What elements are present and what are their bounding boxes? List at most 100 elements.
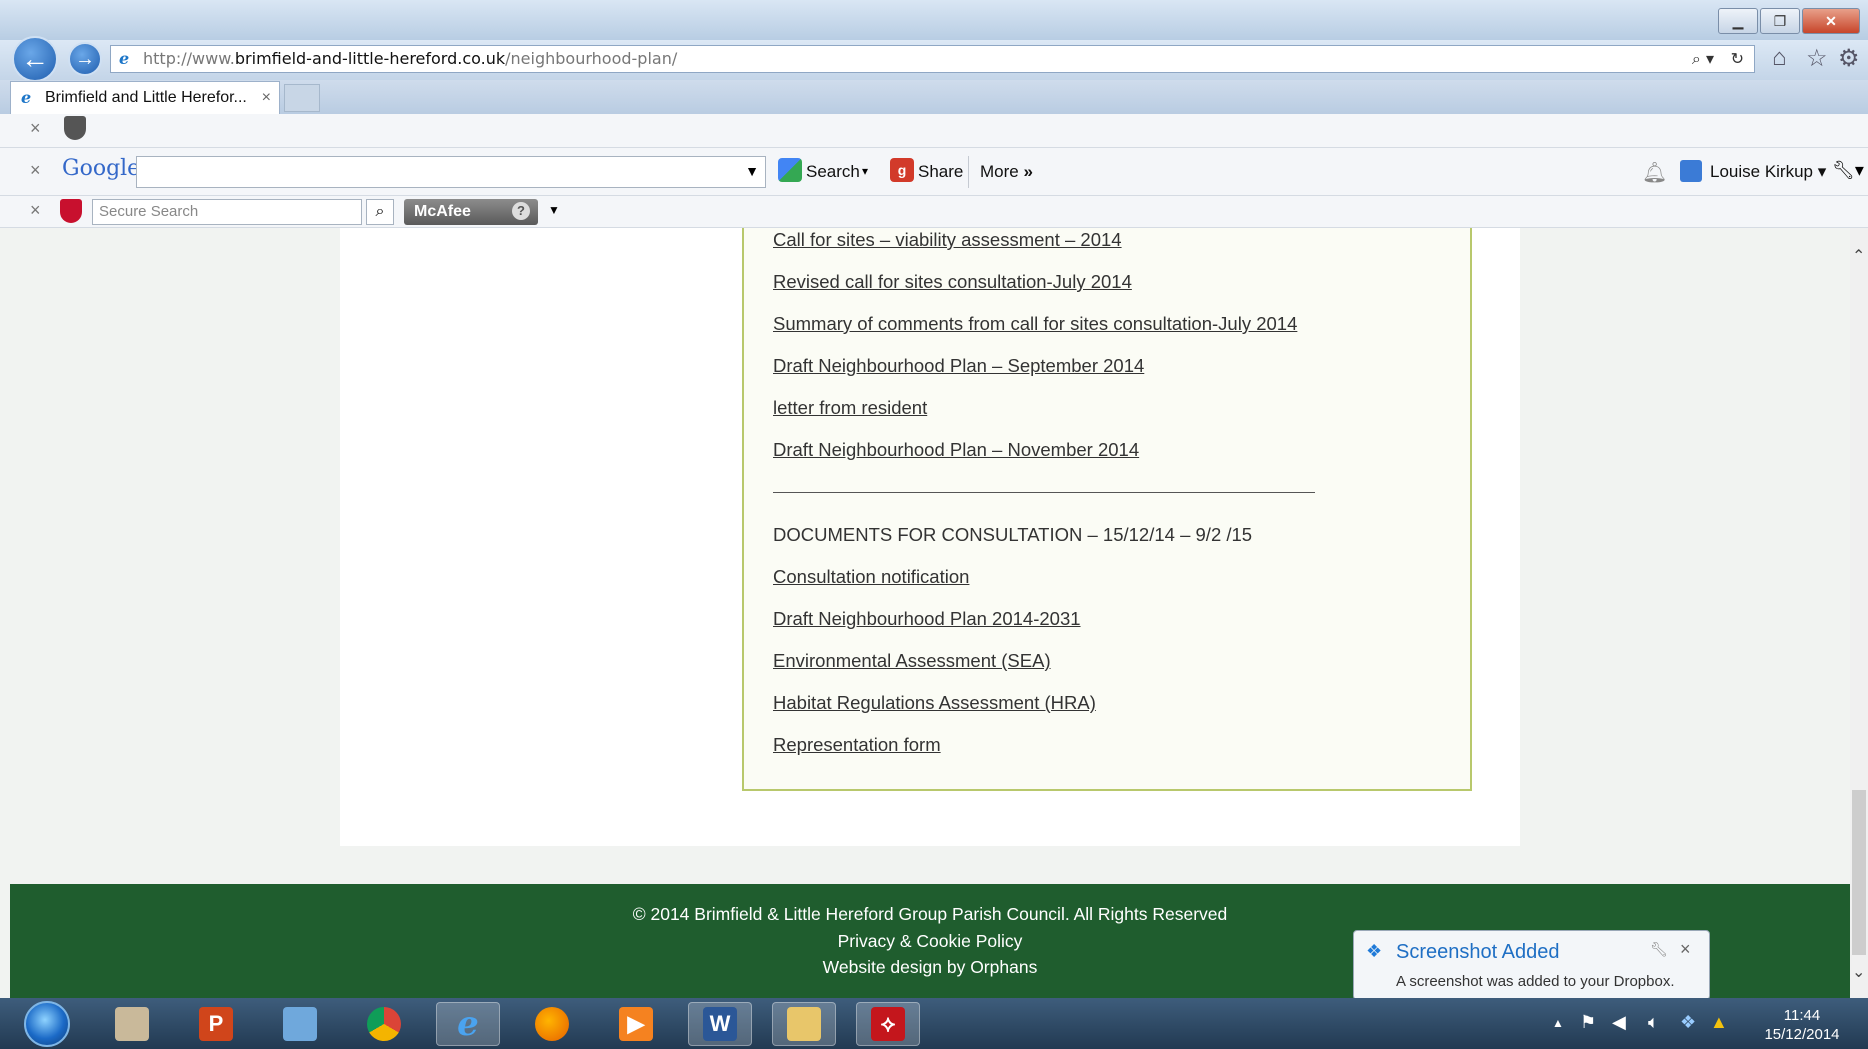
mcafee-shield-icon: [60, 199, 82, 223]
notification-close-icon[interactable]: ×: [1680, 939, 1691, 960]
close-window-button[interactable]: ✕: [1802, 8, 1860, 34]
taskbar-chrome[interactable]: [352, 1002, 416, 1046]
start-button[interactable]: [24, 1001, 70, 1047]
back-arrow-icon: ←: [21, 43, 49, 74]
taskbar-powerpoint[interactable]: P: [184, 1002, 248, 1046]
window-title-bar: [0, 0, 1868, 40]
wrench-icon[interactable]: 🔧︎▾: [1832, 160, 1864, 181]
folder-icon: [787, 1007, 821, 1041]
secure-search-placeholder: Secure Search: [99, 203, 199, 220]
google-logo: Google: [62, 156, 141, 181]
dropbox-icon: ❖: [1366, 941, 1383, 961]
chrome-icon: [367, 1007, 401, 1041]
taskbar-media-player[interactable]: ▶: [604, 1002, 668, 1046]
tab-ie-icon: e: [21, 88, 32, 107]
mcafee-dropdown-icon[interactable]: ▼: [548, 203, 560, 217]
more-label: More: [980, 162, 1019, 181]
url-prefix: http://www.: [143, 49, 235, 68]
link-environmental-assessment[interactable]: Environmental Assessment (SEA): [773, 650, 1051, 672]
taskbar-file-explorer[interactable]: [772, 1002, 836, 1046]
window-controls: ▁ ❐ ✕: [1718, 8, 1860, 34]
dropbox-notification[interactable]: ❖ Screenshot Added 🔧︎ × A screenshot was…: [1353, 930, 1710, 1000]
taskbar-people[interactable]: [268, 1002, 332, 1046]
shield-icon[interactable]: [64, 116, 86, 140]
scroll-up-icon[interactable]: ⌃: [1852, 246, 1865, 266]
link-letter-from-resident[interactable]: letter from resident: [773, 397, 927, 419]
scrollbar-thumb[interactable]: [1852, 790, 1866, 955]
firefox-icon: [535, 1007, 569, 1041]
user-name-button[interactable]: Louise Kirkup ▾: [1710, 162, 1826, 182]
toolbar-divider: [968, 156, 969, 188]
mcafee-button[interactable]: McAfee ?: [404, 199, 538, 225]
google-share-icon: g: [890, 158, 914, 182]
link-draft-plan-november[interactable]: Draft Neighbourhood Plan – November 2014: [773, 439, 1139, 461]
dropdown-arrow-icon[interactable]: ▼: [745, 163, 759, 179]
ie-page-icon: e: [119, 49, 130, 68]
action-center-flag-icon[interactable]: ⚑: [1580, 1012, 1596, 1033]
powerpoint-icon: P: [199, 1007, 233, 1041]
favorites-star-icon[interactable]: ☆: [1806, 44, 1828, 73]
secure-search-input[interactable]: Secure Search: [92, 199, 362, 225]
minimize-button[interactable]: ▁: [1718, 8, 1758, 34]
dropbox-tray-icon[interactable]: ❖: [1680, 1012, 1696, 1033]
link-consultation-notification[interactable]: Consultation notification: [773, 566, 969, 588]
restore-button[interactable]: ❐: [1760, 8, 1800, 34]
forward-button[interactable]: →: [68, 42, 102, 76]
browser-tab[interactable]: e Brimfield and Little Herefor... ×: [10, 81, 280, 114]
home-icon[interactable]: ⌂: [1772, 44, 1787, 72]
settings-gear-icon[interactable]: ⚙: [1838, 44, 1860, 73]
volume-icon[interactable]: 🔈︎: [1648, 1012, 1659, 1033]
google-search-input[interactable]: ▼: [136, 156, 766, 188]
new-tab-button[interactable]: [284, 84, 320, 112]
tab-title: Brimfield and Little Herefor...: [45, 89, 247, 106]
toolbar-close-1[interactable]: ×: [30, 118, 41, 139]
network-icon[interactable]: ◀: [1612, 1012, 1626, 1033]
forward-arrow-icon: →: [75, 47, 95, 70]
link-summary-of-comments[interactable]: Summary of comments from call for sites …: [773, 313, 1297, 335]
google-search-icon: [778, 158, 802, 182]
back-button[interactable]: ←: [12, 36, 58, 82]
toolbar-close-2[interactable]: ×: [30, 160, 41, 181]
taskbar-word[interactable]: W: [688, 1002, 752, 1046]
taskbar-app-icon[interactable]: [100, 1002, 164, 1046]
notification-title: Screenshot Added: [1396, 941, 1560, 963]
address-bar[interactable]: e http://www.brimfield-and-little-herefo…: [110, 45, 1755, 73]
taskbar-internet-explorer[interactable]: e: [436, 1002, 500, 1046]
notification-settings-icon[interactable]: 🔧︎: [1650, 941, 1668, 958]
toolbar-close-3[interactable]: ×: [30, 200, 41, 221]
help-icon[interactable]: ?: [512, 202, 530, 220]
footer-copyright: © 2014 Brimfield & Little Hereford Group…: [632, 904, 1228, 924]
refresh-icon[interactable]: ↻: [1731, 46, 1744, 72]
notification-bell-icon[interactable]: 🔔︎: [1642, 160, 1667, 185]
show-hidden-icons[interactable]: ▲: [1552, 1016, 1564, 1030]
consultation-heading: DOCUMENTS FOR CONSULTATION – 15/12/14 – …: [773, 524, 1253, 545]
google-search-button[interactable]: Search: [806, 162, 860, 182]
secure-search-icon[interactable]: ⌕: [366, 199, 394, 225]
gift-box-icon: [115, 1007, 149, 1041]
system-clock[interactable]: 11:44 15/12/2014: [1742, 1006, 1862, 1044]
share-button[interactable]: Share: [918, 162, 963, 182]
link-call-for-sites-viability[interactable]: Call for sites – viability assessment – …: [773, 229, 1122, 251]
clock-date: 15/12/2014: [1764, 1026, 1840, 1043]
tab-close-button[interactable]: ×: [262, 82, 271, 114]
user-name: Louise Kirkup: [1710, 162, 1814, 181]
address-search-icon[interactable]: ⌕ ▾: [1692, 46, 1714, 72]
link-revised-call-for-sites[interactable]: Revised call for sites consultation-July…: [773, 271, 1132, 293]
clock-time: 11:44: [1783, 1007, 1821, 1024]
link-habitat-regulations[interactable]: Habitat Regulations Assessment (HRA): [773, 692, 1096, 714]
word-icon: W: [703, 1007, 737, 1041]
scroll-down-icon[interactable]: ⌄: [1852, 962, 1865, 982]
google-drive-icon[interactable]: ▲: [1710, 1012, 1728, 1033]
taskbar-firefox[interactable]: [520, 1002, 584, 1046]
more-button[interactable]: More »: [980, 162, 1033, 182]
people-icon: [283, 1007, 317, 1041]
url-domain: brimfield-and-little-hereford.co.uk: [234, 49, 506, 68]
search-dropdown-icon[interactable]: ▾: [862, 164, 868, 178]
tab-strip: [0, 80, 1868, 114]
link-draft-plan-2014-2031[interactable]: Draft Neighbourhood Plan 2014-2031: [773, 608, 1081, 630]
section-divider: [773, 492, 1315, 493]
url-path: /neighbourhood-plan/: [505, 49, 678, 68]
link-representation-form[interactable]: Representation form: [773, 734, 941, 756]
link-draft-plan-september[interactable]: Draft Neighbourhood Plan – September 201…: [773, 355, 1144, 377]
taskbar-acrobat[interactable]: ⟡: [856, 1002, 920, 1046]
